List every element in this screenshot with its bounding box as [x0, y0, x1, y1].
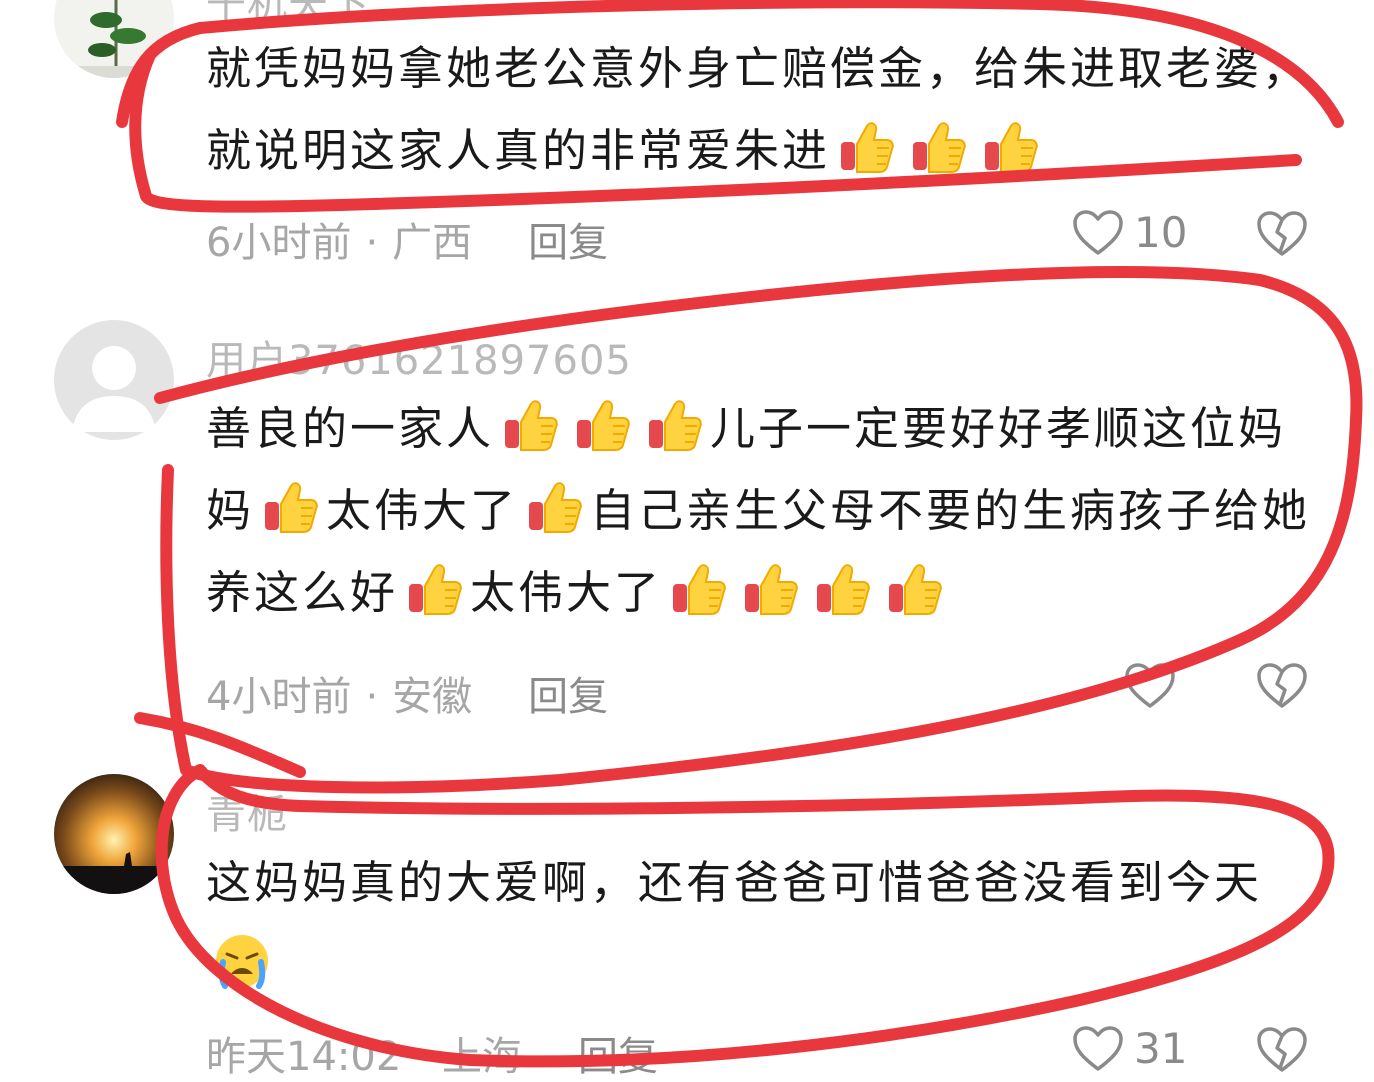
broken-heart-icon[interactable]: [1256, 662, 1308, 710]
username[interactable]: 用户3761621897605: [206, 328, 632, 386]
thumbs-up-emoji: [261, 478, 319, 536]
comment-text: 这妈妈真的大爱啊，还有爸爸可惜爸爸没看到今天: [206, 842, 1326, 1006]
thumbs-up-emoji: [501, 396, 559, 454]
comment-text-segment: 太伟大了: [326, 484, 519, 537]
comment-meta: 4小时前 · 安徽 回复: [206, 664, 608, 722]
reply-button[interactable]: 回复: [528, 674, 608, 720]
thumbs-up-emoji: [885, 560, 943, 618]
location: 安徽: [392, 674, 473, 720]
timestamp: 昨天14:02: [206, 1034, 402, 1080]
thumbs-up-emoji: [837, 118, 895, 176]
broken-heart-icon[interactable]: [1256, 1026, 1308, 1074]
comment-text-segment: 太伟大了: [470, 566, 663, 619]
heart-icon: [1125, 663, 1175, 708]
thumbs-up-emoji: [909, 118, 967, 176]
thumbs-up-emoji: [813, 560, 871, 618]
location: 广西: [392, 220, 473, 266]
thumbs-up-emoji: [669, 560, 727, 618]
separator-dot: ·: [415, 1034, 428, 1080]
thumbs-up-emoji: [981, 118, 1039, 176]
broken-heart-icon[interactable]: [1256, 210, 1308, 258]
thumbs-up-emoji: [645, 396, 703, 454]
timestamp: 4小时前: [206, 674, 352, 720]
comment-text: 就凭妈妈拿她老公意外身亡赔偿金，给朱进取老婆，就说明这家人真的非常爱朱进: [206, 28, 1326, 192]
separator-dot: ·: [365, 220, 379, 266]
avatar[interactable]: [54, 774, 174, 894]
username[interactable]: 青栀: [206, 782, 288, 840]
like-count: 10: [1134, 208, 1188, 257]
like-count: 31: [1134, 1024, 1188, 1073]
comment-text: 善良的一家人 儿子一定要好好孝顺这位妈妈 太伟大了 自己亲生父母不要的生病孩子给她养这…: [206, 388, 1326, 634]
like-button[interactable]: 10: [1072, 208, 1187, 257]
separator-dot: ·: [365, 674, 379, 720]
comment-text-segment: 这妈妈真的大爱啊，还有爸爸可惜爸爸没看到今天: [206, 856, 1263, 909]
avatar[interactable]: [54, 0, 174, 78]
thumbs-up-emoji: [573, 396, 631, 454]
like-button[interactable]: [1124, 662, 1186, 710]
crying-face-emoji: [213, 932, 271, 990]
comment-meta: 昨天14:02 · 上海 回复: [206, 1024, 658, 1082]
heart-icon: [1073, 1025, 1123, 1071]
comment-text-segment: 善良的一家人: [206, 402, 495, 455]
avatar[interactable]: [54, 320, 174, 440]
reply-button[interactable]: 回复: [528, 220, 608, 266]
heart-icon: [1073, 209, 1123, 255]
thumbs-up-emoji: [741, 560, 799, 618]
thumbs-up-emoji: [405, 560, 463, 618]
comment-meta: 6小时前 · 广西 回复: [206, 210, 608, 268]
comment-text-segment: 就凭妈妈拿她老公意外身亡赔偿金，给朱进取老婆，就说明这家人真的非常爱朱进: [206, 42, 1311, 177]
thumbs-up-emoji: [525, 478, 583, 536]
like-button[interactable]: 31: [1072, 1024, 1187, 1073]
timestamp: 6小时前: [206, 220, 352, 266]
location: 上海: [442, 1034, 522, 1080]
reply-button[interactable]: 回复: [578, 1034, 658, 1080]
username[interactable]: 千机天下: [206, 0, 370, 30]
